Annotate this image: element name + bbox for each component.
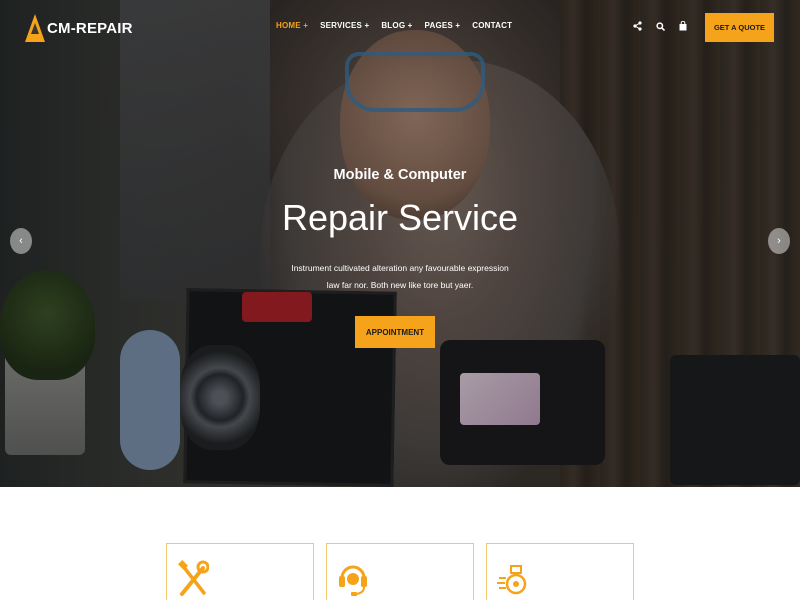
feature-card-delivery[interactable] xyxy=(486,543,634,600)
hero-subtitle: Mobile & Computer xyxy=(333,167,467,183)
slider-prev-button[interactable]: ‹ xyxy=(10,228,32,254)
main-nav: HOME + SERVICES + BLOG + PAGES + CONTACT xyxy=(276,21,512,30)
hero-description: Instrument cultivated alteration any fav… xyxy=(291,263,509,290)
logo[interactable]: CM-REPAIR xyxy=(25,14,133,42)
feature-card-support[interactable] xyxy=(326,543,474,600)
hero-slider: Mobile & Computer Repair Service Instrum… xyxy=(0,0,800,487)
nav-item-services[interactable]: SERVICES + xyxy=(320,21,369,30)
tools-icon xyxy=(177,560,210,598)
chevron-left-icon: ‹ xyxy=(19,235,23,247)
headset-support-icon xyxy=(337,560,369,598)
search-icon[interactable] xyxy=(655,19,665,33)
nav-item-contact[interactable]: CONTACT xyxy=(472,21,512,30)
feature-card-tools[interactable] xyxy=(166,543,314,600)
nav-item-blog[interactable]: BLOG + xyxy=(381,21,412,30)
nav-item-pages[interactable]: PAGES + xyxy=(425,21,461,30)
appointment-button[interactable]: APPOINTMENT xyxy=(355,316,435,348)
site-header: CM-REPAIR HOME + SERVICES + BLOG + PAGES… xyxy=(0,0,800,56)
shopping-bag-icon[interactable] xyxy=(678,19,688,33)
nav-item-home[interactable]: HOME + xyxy=(276,21,308,30)
hero-title: Repair Service xyxy=(281,197,519,238)
get-a-quote-button[interactable]: GET A QUOTE xyxy=(705,13,774,42)
chevron-right-icon: › xyxy=(777,235,781,247)
logo-text: CM-REPAIR xyxy=(47,19,133,37)
fast-delivery-icon xyxy=(497,560,529,598)
logo-triangle-icon xyxy=(25,14,45,42)
header-icons xyxy=(632,19,688,33)
slider-next-button[interactable]: › xyxy=(768,228,790,254)
share-icon[interactable] xyxy=(632,19,642,33)
hero-overlay xyxy=(0,0,800,487)
